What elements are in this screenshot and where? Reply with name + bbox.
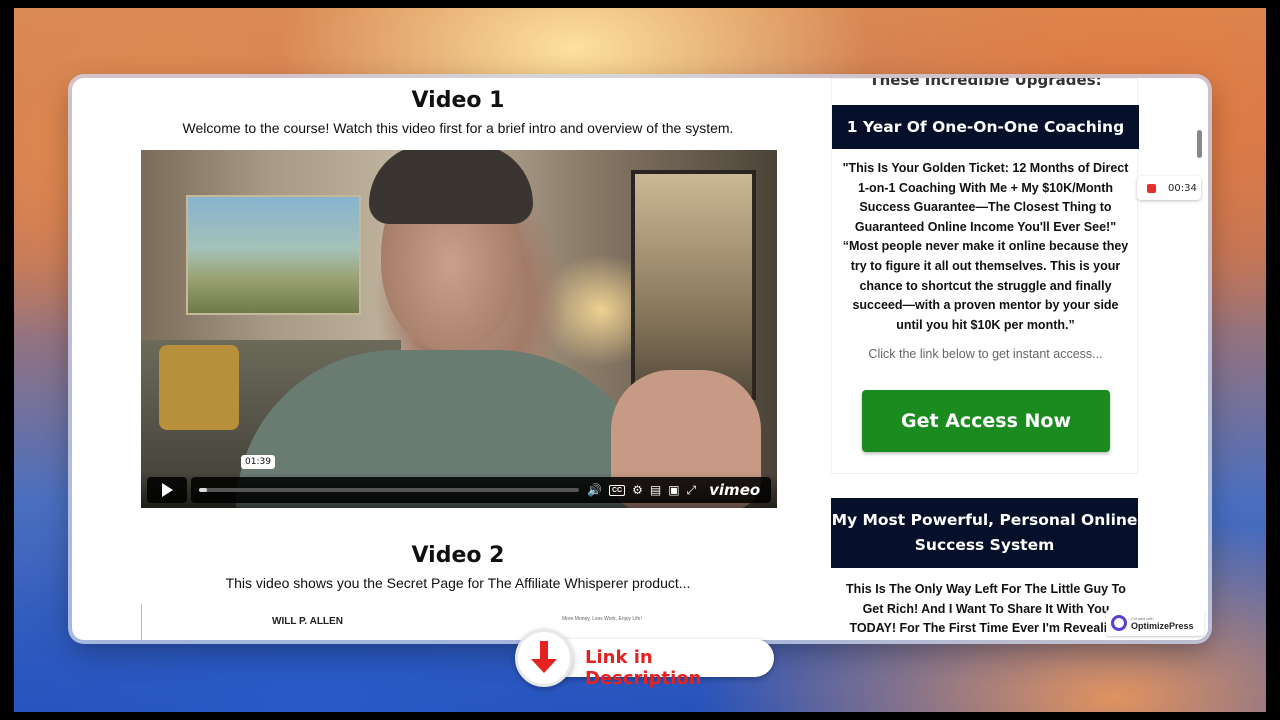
video1-title: Video 1 [411, 88, 505, 113]
progress-track[interactable] [199, 488, 579, 492]
player-controls: 01:39 🔊 CC ⚙ ▤ ▣ ⤢ vimeo [141, 455, 777, 508]
video1-player[interactable]: 01:39 🔊 CC ⚙ ▤ ▣ ⤢ vimeo [141, 150, 777, 508]
coaching-banner: 1 Year Of One-On-One Coaching [832, 105, 1139, 149]
video2-title: Video 2 [411, 543, 505, 568]
preview-tagline: More Money, Less Work, Enjoy Life! [562, 616, 642, 622]
sidebar: These Incredible Upgrades: 1 Year Of One… [831, 78, 1139, 640]
coaching-description: "This Is Your Golden Ticket: 12 Months o… [842, 161, 1129, 332]
optimizepress-badge[interactable]: Created with OptimizePress [1106, 610, 1204, 636]
browser-window: Video 1 Welcome to the course! Watch thi… [72, 78, 1208, 640]
video1-description: Welcome to the course! Watch this video … [182, 120, 734, 136]
presenter-hair [369, 150, 533, 224]
down-arrow-icon [515, 629, 573, 687]
video2-description: This video shows you the Secret Page for… [225, 575, 691, 591]
system-description: This Is The Only Way Left For The Little… [846, 582, 1126, 636]
record-stop-icon [1147, 183, 1156, 193]
link-label: Link in Description [585, 647, 702, 689]
pip-icon[interactable]: ▣ [668, 484, 679, 496]
wall-painting [186, 195, 361, 315]
progress-bar[interactable]: 01:39 🔊 CC ⚙ ▤ ▣ ⤢ vimeo [191, 455, 771, 503]
volume-icon[interactable]: 🔊 [587, 484, 602, 496]
captions-icon[interactable]: CC [608, 484, 626, 496]
pillow [159, 345, 239, 430]
vimeo-logo[interactable]: vimeo [709, 481, 760, 499]
play-button[interactable] [147, 477, 187, 503]
link-in-description-overlay: Link in Description [515, 629, 774, 689]
optimizepress-logo-icon [1111, 615, 1127, 631]
preview-author: WILL P. ALLEN [272, 616, 343, 627]
progress-fill [199, 488, 207, 492]
recording-time: 00:34 [1168, 182, 1197, 194]
control-icons: 🔊 CC ⚙ ▤ ▣ ⤢ vimeo [587, 481, 760, 499]
scrollbar-thumb[interactable] [1197, 130, 1202, 158]
upgrades-heading: These Incredible Upgrades: [869, 78, 1102, 89]
arrow-shaft [540, 641, 548, 661]
content-column: Video 1 Welcome to the course! Watch thi… [72, 78, 842, 640]
time-tooltip: 01:39 [241, 455, 275, 469]
recording-indicator[interactable]: 00:34 [1137, 176, 1201, 200]
play-icon [161, 483, 173, 497]
upgrade-card: These Incredible Upgrades: 1 Year Of One… [831, 78, 1139, 474]
access-note: Click the link below to get instant acce… [868, 347, 1103, 361]
system-banner: My Most Powerful, Personal Online Succes… [831, 498, 1138, 568]
settings-gear-icon[interactable]: ⚙ [632, 484, 643, 496]
optimizepress-brand: OptimizePress [1131, 620, 1194, 631]
get-access-button[interactable]: Get Access Now [862, 390, 1110, 452]
transcript-icon[interactable]: ▤ [650, 484, 661, 496]
arrow-head [531, 659, 557, 673]
video2-preview[interactable]: WILL P. ALLEN More Money, Less Work, Enj… [141, 604, 781, 640]
fullscreen-icon[interactable]: ⤢ [687, 484, 697, 496]
optimizepress-text: Created with OptimizePress [1131, 616, 1194, 631]
wall-poster [631, 170, 756, 400]
